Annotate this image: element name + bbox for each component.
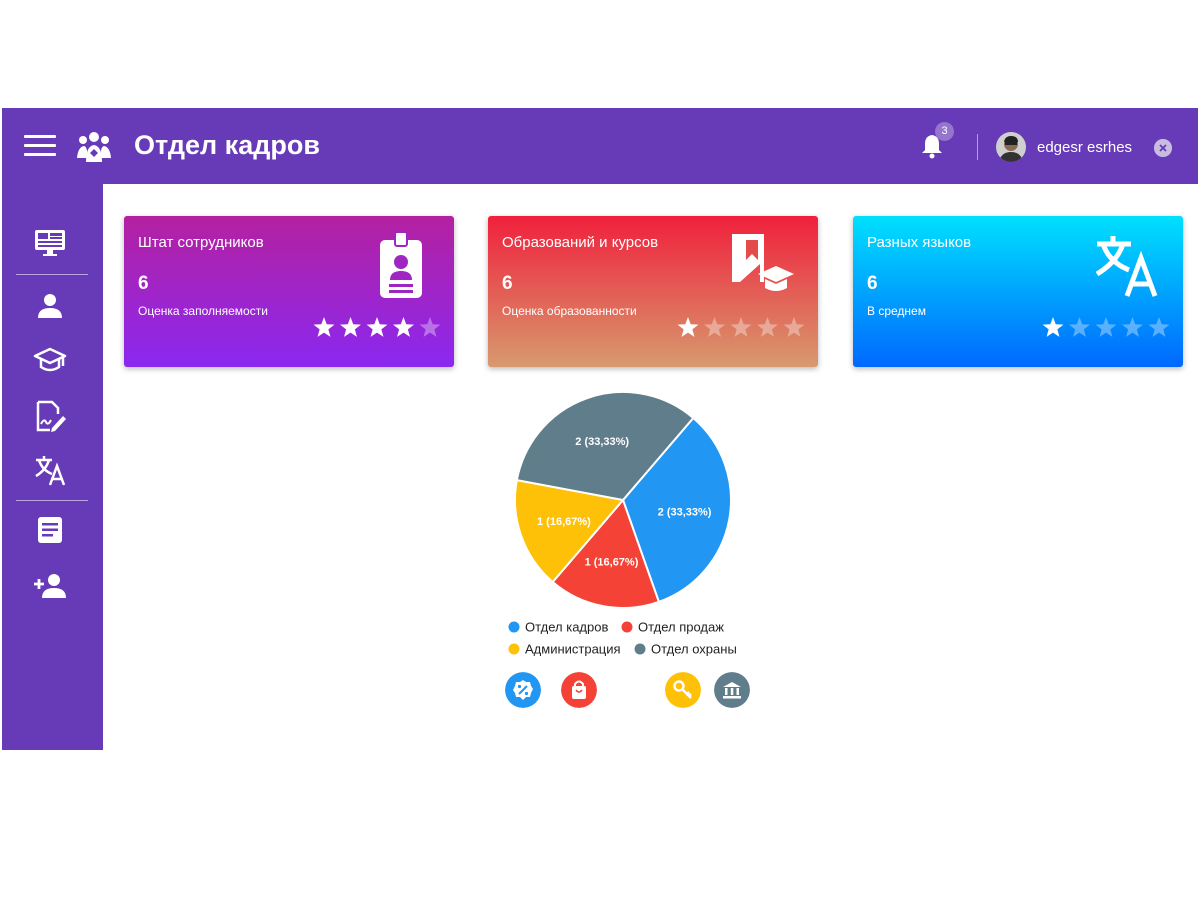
star-empty-icon bbox=[783, 317, 804, 337]
person-icon[interactable] bbox=[32, 288, 68, 324]
bank-icon[interactable] bbox=[714, 672, 750, 708]
translate-icon bbox=[1095, 236, 1158, 297]
dashboard-icon[interactable] bbox=[32, 224, 68, 260]
shopping-bag-icon[interactable] bbox=[561, 672, 597, 708]
star-filled-icon bbox=[366, 317, 388, 337]
star-empty-icon bbox=[1122, 317, 1143, 337]
star-empty-icon bbox=[1069, 317, 1090, 337]
rating-stars bbox=[1042, 317, 1169, 337]
card-subtitle: Оценка заполняемости bbox=[138, 304, 268, 318]
top-bar: Отдел кадров 3 edgesr esrhes bbox=[2, 108, 1198, 184]
star-empty-icon bbox=[1095, 317, 1117, 337]
article-icon[interactable] bbox=[32, 512, 68, 548]
close-icon[interactable] bbox=[1154, 139, 1172, 157]
app-title: Отдел кадров bbox=[134, 130, 320, 160]
education-book-icon bbox=[732, 234, 794, 291]
star-empty-icon bbox=[757, 317, 778, 337]
department-pie-chart: 2 (33,33%) 1 (16,67%) 1 (16,67%) 2 (33,33%)… bbox=[508, 391, 737, 657]
card-value: 6 bbox=[138, 273, 149, 294]
star-filled-icon bbox=[313, 317, 335, 337]
education-card[interactable]: Образований и курсов 6 Оценка образованн… bbox=[488, 216, 818, 367]
legend-marker bbox=[508, 621, 520, 633]
key-icon[interactable] bbox=[665, 672, 701, 708]
sidebar-divider bbox=[16, 500, 88, 501]
star-filled-icon bbox=[340, 317, 361, 337]
star-empty-icon bbox=[1148, 317, 1169, 337]
star-filled-icon bbox=[677, 317, 699, 337]
star-empty-icon bbox=[730, 317, 752, 337]
card-title: Разных языков bbox=[867, 234, 972, 251]
discount-icon[interactable] bbox=[505, 672, 541, 708]
notification-badge: 3 bbox=[935, 122, 954, 141]
card-title: Образований и курсов bbox=[502, 234, 659, 251]
star-filled-icon bbox=[1042, 317, 1064, 337]
star-filled-icon bbox=[393, 317, 414, 337]
rating-stars bbox=[313, 317, 440, 337]
card-value: 6 bbox=[502, 273, 513, 294]
legend-label: Отдел продаж bbox=[638, 620, 724, 635]
staff-card[interactable]: Штат сотрудников 6 Оценка заполняемости bbox=[124, 216, 454, 367]
card-title: Штат сотрудников bbox=[138, 234, 264, 251]
legend-marker bbox=[621, 621, 633, 633]
sidebar-divider bbox=[16, 274, 88, 275]
badge-icon bbox=[380, 231, 422, 298]
sidebar bbox=[2, 184, 103, 750]
card-subtitle: Оценка образованности bbox=[502, 304, 637, 318]
slice-label: 2 (33,33%) bbox=[575, 436, 629, 448]
legend-label: Отдел кадров bbox=[525, 620, 608, 635]
legend-marker bbox=[508, 643, 520, 655]
avatar[interactable] bbox=[996, 132, 1026, 162]
document-edit-icon[interactable] bbox=[32, 398, 68, 434]
pie-slice[interactable] bbox=[514, 478, 625, 584]
legend-marker bbox=[634, 643, 646, 655]
person-add-icon[interactable] bbox=[32, 568, 68, 604]
star-empty-icon bbox=[419, 317, 440, 337]
card-subtitle: В среднем bbox=[867, 304, 926, 318]
graduation-cap-icon[interactable] bbox=[32, 342, 68, 378]
user-name[interactable]: edgesr esrhes bbox=[1037, 139, 1132, 156]
menu-icon[interactable] bbox=[24, 135, 56, 157]
rating-stars bbox=[677, 317, 804, 337]
header-divider bbox=[977, 134, 978, 160]
slice-label: 1 (16,67%) bbox=[585, 557, 639, 569]
pie-slice[interactable] bbox=[551, 498, 661, 609]
legend-label: Отдел охраны bbox=[651, 642, 737, 657]
languages-card[interactable]: Разных языков 6 В среднем bbox=[853, 216, 1183, 367]
star-empty-icon bbox=[704, 317, 725, 337]
slice-label: 2 (33,33%) bbox=[658, 507, 712, 519]
pie-slice[interactable] bbox=[515, 391, 695, 502]
legend-label: Администрация bbox=[525, 642, 621, 657]
people-logo-icon bbox=[77, 132, 111, 162]
card-value: 6 bbox=[867, 273, 878, 294]
translate-icon[interactable] bbox=[32, 452, 68, 488]
app-frame: Отдел кадров 3 edgesr esrhes Штат сотруд… bbox=[2, 108, 1198, 750]
pie-slice[interactable] bbox=[621, 416, 732, 604]
slice-label: 1 (16,67%) bbox=[537, 516, 591, 528]
